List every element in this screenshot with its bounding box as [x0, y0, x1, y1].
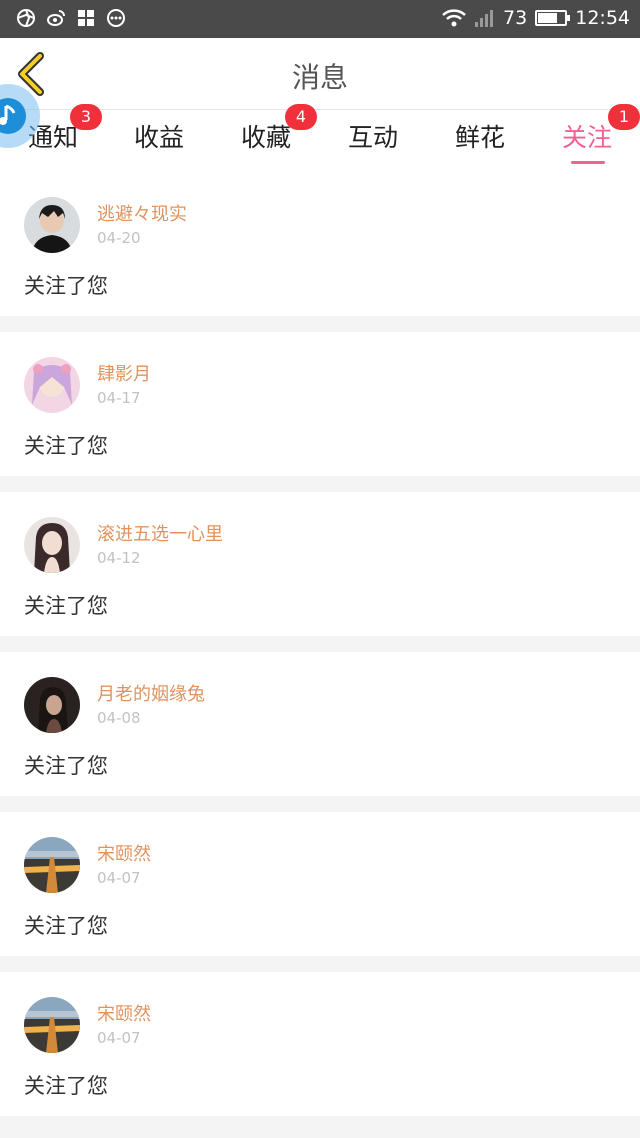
unread-badge: 4 — [285, 104, 317, 130]
message-text: 关注了您 — [24, 434, 108, 458]
user-name[interactable]: 宋颐然 — [97, 1000, 151, 1026]
clock: 12:54 — [575, 7, 630, 29]
battery-icon — [535, 10, 571, 26]
avatar[interactable] — [24, 357, 80, 413]
message-date: 04-17 — [97, 389, 141, 407]
user-name[interactable]: 逃避々现实 — [97, 200, 187, 226]
avatar[interactable] — [24, 677, 80, 733]
tab-favorites[interactable]: 收藏 4 — [213, 104, 319, 172]
list-item[interactable]: 滚进五选一心里 04-12 关注了您 — [0, 492, 640, 636]
message-date: 04-12 — [97, 549, 141, 567]
message-date: 04-07 — [97, 1029, 141, 1047]
tab-label: 关注 — [561, 123, 612, 152]
list-item[interactable]: 宋颐然 04-07 关注了您 — [0, 812, 640, 956]
message-text: 关注了您 — [24, 274, 108, 298]
list-item[interactable]: 逃避々现实 04-20 关注了您 — [0, 172, 640, 316]
tab-bar: 通知 3 收益 收藏 4 互动 鲜花 关注 1 — [0, 104, 640, 172]
avatar[interactable] — [24, 197, 80, 253]
user-name[interactable]: 滚进五选一心里 — [97, 520, 223, 546]
user-name[interactable]: 肆影月 — [97, 360, 151, 386]
tab-interactions[interactable]: 互动 — [320, 110, 426, 172]
message-text: 关注了您 — [24, 914, 108, 938]
aperture-icon — [17, 9, 35, 27]
list-item[interactable]: 肆影月 04-17 关注了您 — [0, 332, 640, 476]
list-item[interactable]: 宋颐然 04-07 关注了您 — [0, 972, 640, 1116]
tab-label: 互动 — [347, 123, 398, 152]
avatar[interactable] — [24, 997, 80, 1053]
message-date: 04-07 — [97, 869, 141, 887]
message-text: 关注了您 — [24, 754, 108, 778]
header-bar: 消息 — [0, 38, 640, 110]
weibo-icon — [47, 10, 65, 26]
avatar[interactable] — [24, 517, 80, 573]
more-icon — [107, 9, 125, 27]
grid-app-icon — [78, 10, 94, 26]
tab-label: 收益 — [133, 123, 184, 152]
user-name[interactable]: 月老的姻缘兔 — [97, 680, 205, 706]
message-text: 关注了您 — [24, 594, 108, 618]
user-name[interactable]: 宋颐然 — [97, 840, 151, 866]
message-date: 04-08 — [97, 709, 141, 727]
message-date: 04-20 — [97, 229, 141, 247]
battery-percent: 73 — [503, 7, 528, 29]
message-text: 关注了您 — [24, 1074, 108, 1098]
signal-icon — [475, 10, 494, 27]
unread-badge: 3 — [70, 104, 102, 130]
tab-label: 鲜花 — [454, 123, 505, 152]
tab-underline — [571, 161, 605, 164]
music-note-icon — [0, 104, 16, 125]
tab-label: 收藏 — [240, 123, 291, 152]
tab-earnings[interactable]: 收益 — [106, 110, 212, 172]
wifi-icon — [442, 9, 466, 27]
tab-follow[interactable]: 关注 1 — [534, 104, 640, 172]
unread-badge: 1 — [608, 104, 640, 130]
page-title: 消息 — [291, 61, 348, 94]
tab-flowers[interactable]: 鲜花 — [427, 110, 533, 172]
avatar[interactable] — [24, 837, 80, 893]
list-item[interactable]: 月老的姻缘兔 04-08 关注了您 — [0, 652, 640, 796]
status-bar: 73 12:54 — [0, 0, 640, 38]
